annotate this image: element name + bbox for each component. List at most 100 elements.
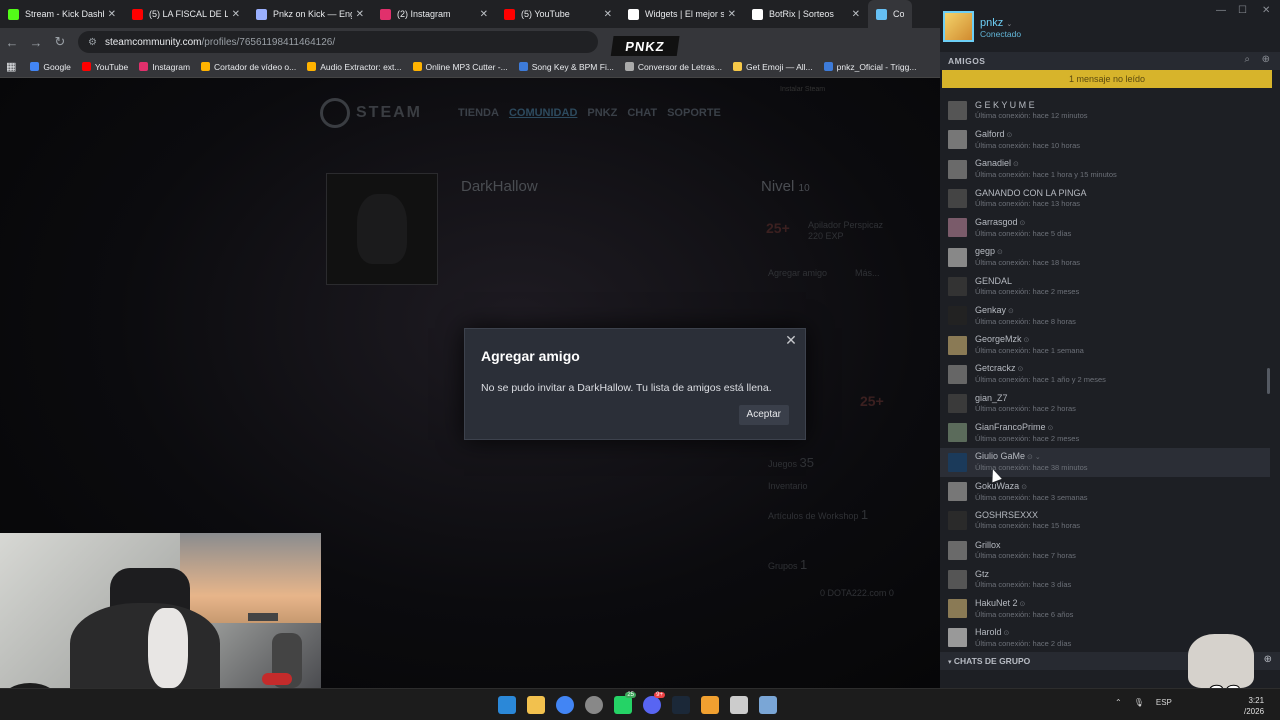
add-group-icon[interactable]: ⊕: [1264, 654, 1272, 665]
friend-row[interactable]: Getcrackz ⊙ Última conexión: hace 1 año y …: [940, 360, 1270, 389]
friend-avatar[interactable]: [948, 159, 967, 179]
browser-tab[interactable]: (2) Instagram ✕: [372, 0, 496, 28]
browser-tab[interactable]: Stream - Kick Dashbo ✕: [0, 0, 124, 28]
friend-row[interactable]: G E K Y U M E Última conexión: hace 12 mi…: [940, 96, 1270, 125]
friend-row[interactable]: Ganadiel ⊙ Última conexión: hace 1 hora y …: [940, 155, 1270, 184]
friend-row[interactable]: Garrasgod ⊙ Última conexión: hace 5 días: [940, 213, 1270, 242]
friend-row[interactable]: Grillox Última conexión: hace 7 horas: [940, 535, 1270, 564]
nav-comunidad[interactable]: COMUNIDAD: [509, 107, 577, 119]
friend-avatar[interactable]: [948, 394, 967, 414]
friend-avatar[interactable]: [948, 599, 967, 619]
tab-close-icon[interactable]: ✕: [480, 9, 488, 20]
workshop-link[interactable]: Artículos de Workshop 1: [768, 507, 868, 522]
friend-avatar[interactable]: [948, 569, 967, 589]
user-avatar[interactable]: [943, 11, 974, 42]
whatsapp-icon[interactable]: 25: [614, 692, 636, 714]
close-icon[interactable]: ✕: [783, 332, 799, 348]
tab-close-icon[interactable]: ✕: [108, 9, 116, 20]
discord-icon[interactable]: 9+: [643, 692, 665, 714]
chevron-down-icon[interactable]: ⌄: [1006, 21, 1012, 28]
friend-avatar[interactable]: [948, 628, 967, 648]
friend-avatar[interactable]: [948, 218, 967, 238]
friend-avatar[interactable]: [948, 306, 967, 326]
file-explorer-icon[interactable]: [527, 696, 545, 714]
friend-avatar[interactable]: [948, 247, 967, 267]
friend-avatar[interactable]: [948, 423, 967, 443]
tab-close-icon[interactable]: ✕: [232, 9, 240, 20]
bookmark-item[interactable]: YouTube: [81, 62, 128, 72]
bookmark-item[interactable]: Audio Extractor: ext...: [307, 62, 402, 72]
groups-label[interactable]: Grupos 1: [768, 557, 807, 572]
bookmark-item[interactable]: Conversor de Letras...: [624, 62, 722, 72]
nav-chat[interactable]: CHAT: [627, 107, 657, 119]
browser-tab[interactable]: (5) LA FISCAL DE LA ✕: [124, 0, 248, 28]
friend-avatar[interactable]: [948, 364, 967, 384]
chevron-down-icon[interactable]: ⌄: [1035, 454, 1041, 461]
nav-tienda[interactable]: TIENDA: [458, 107, 499, 119]
app-icon[interactable]: [585, 696, 603, 714]
friends-section-header[interactable]: AMIGOS ⌕ ⊕: [940, 52, 1280, 70]
tab-close-icon[interactable]: ✕: [728, 9, 736, 20]
bookmark-item[interactable]: Google: [30, 62, 71, 72]
browser-tab[interactable]: Comu: [868, 0, 912, 28]
nav-pnkz[interactable]: PNKZ: [587, 107, 617, 119]
friend-row[interactable]: GokuWaza ⊙ Última conexión: hace 3 semanas: [940, 477, 1270, 506]
bookmark-item[interactable]: Online MP3 Cutter -...: [412, 62, 508, 72]
address-bar[interactable]: ⚙ steamcommunity.com/profiles/7656119841…: [78, 31, 598, 53]
chrome-icon[interactable]: [556, 696, 574, 714]
bookmark-item[interactable]: Song Key & BPM Fi...: [518, 62, 614, 72]
group-item[interactable]: 0 DOTA222.com 0: [820, 588, 894, 598]
friend-avatar[interactable]: [948, 335, 967, 355]
friend-row[interactable]: GANANDO CON LA PINGA Última conexión: hac…: [940, 184, 1270, 213]
friend-row[interactable]: HakuNet 2 ⊙ Última conexión: hace 6 años: [940, 594, 1270, 623]
friend-avatar[interactable]: [948, 276, 967, 296]
taskbar-clock[interactable]: 3:21 /2026: [1244, 695, 1264, 717]
tab-close-icon[interactable]: ✕: [356, 9, 364, 20]
friend-avatar[interactable]: [948, 540, 967, 560]
games-label[interactable]: Juegos 35: [768, 455, 814, 470]
tab-close-icon[interactable]: ✕: [852, 9, 860, 20]
accept-button[interactable]: Aceptar: [738, 405, 789, 425]
forward-icon[interactable]: →: [24, 35, 48, 50]
window-close-icon[interactable]: ✕: [1262, 5, 1270, 16]
maximize-icon[interactable]: ☐: [1238, 5, 1247, 16]
friend-row[interactable]: GeorgeMzk ⊙ Última conexión: hace 1 semana: [940, 330, 1270, 359]
windows-start-icon[interactable]: [498, 696, 516, 714]
add-friend-button[interactable]: Agregar amigo: [768, 268, 827, 278]
steam-taskbar-icon[interactable]: [672, 696, 690, 714]
microphone-icon[interactable]: 🎙: [1134, 698, 1144, 707]
friend-avatar[interactable]: [948, 482, 967, 501]
more-button[interactable]: Más...: [855, 268, 880, 278]
reload-icon[interactable]: ↻: [48, 34, 72, 50]
chevron-up-icon[interactable]: ⌃: [1115, 698, 1122, 707]
friend-row[interactable]: gian_Z7 Última conexión: hace 2 horas: [940, 389, 1270, 418]
minimize-icon[interactable]: —: [1216, 5, 1226, 16]
friend-row[interactable]: GOSHRSEXXX Última conexión: hace 15 horas: [940, 506, 1270, 535]
bookmark-item[interactable]: Instagram: [139, 62, 190, 72]
language-indicator[interactable]: ESP: [1156, 698, 1172, 707]
friends-scrollbar[interactable]: [1267, 368, 1270, 394]
browser-tab[interactable]: BotRix | Sorteos ✕: [744, 0, 868, 28]
add-friend-icon[interactable]: ⊕: [1262, 54, 1270, 65]
steam-logo-icon[interactable]: [320, 98, 350, 128]
user-name[interactable]: pnkz ⌄: [980, 17, 1012, 29]
browser-tab[interactable]: (5) YouTube ✕: [496, 0, 620, 28]
site-info-icon[interactable]: ⚙: [88, 37, 97, 48]
friend-row[interactable]: Gtz Última conexión: hace 3 días: [940, 565, 1270, 594]
search-icon[interactable]: ⌕: [1244, 54, 1250, 65]
friend-avatar[interactable]: [948, 511, 967, 531]
calculator-icon[interactable]: [759, 696, 777, 714]
friend-avatar[interactable]: [948, 189, 967, 209]
nav-soporte[interactable]: SOPORTE: [667, 107, 721, 119]
friend-row[interactable]: Galford ⊙ Última conexión: hace 10 horas: [940, 125, 1270, 154]
app-icon-2[interactable]: [701, 696, 719, 714]
browser-tab[interactable]: Widgets | El mejor so ✕: [620, 0, 744, 28]
browser-tab[interactable]: Pnkz on Kick — Enga ✕: [248, 0, 372, 28]
apps-icon[interactable]: ▦: [6, 60, 16, 73]
friend-avatar[interactable]: [948, 452, 967, 472]
friend-row[interactable]: GianFrancoPrime ⊙ Última conexión: hace 2 …: [940, 418, 1270, 447]
steam-brand[interactable]: STEAM: [356, 104, 422, 122]
friend-row[interactable]: Genkay ⊙ Última conexión: hace 8 horas: [940, 301, 1270, 330]
bookmark-item[interactable]: pnkz_Oficial - Trigg...: [823, 62, 916, 72]
friend-avatar[interactable]: [948, 130, 967, 150]
